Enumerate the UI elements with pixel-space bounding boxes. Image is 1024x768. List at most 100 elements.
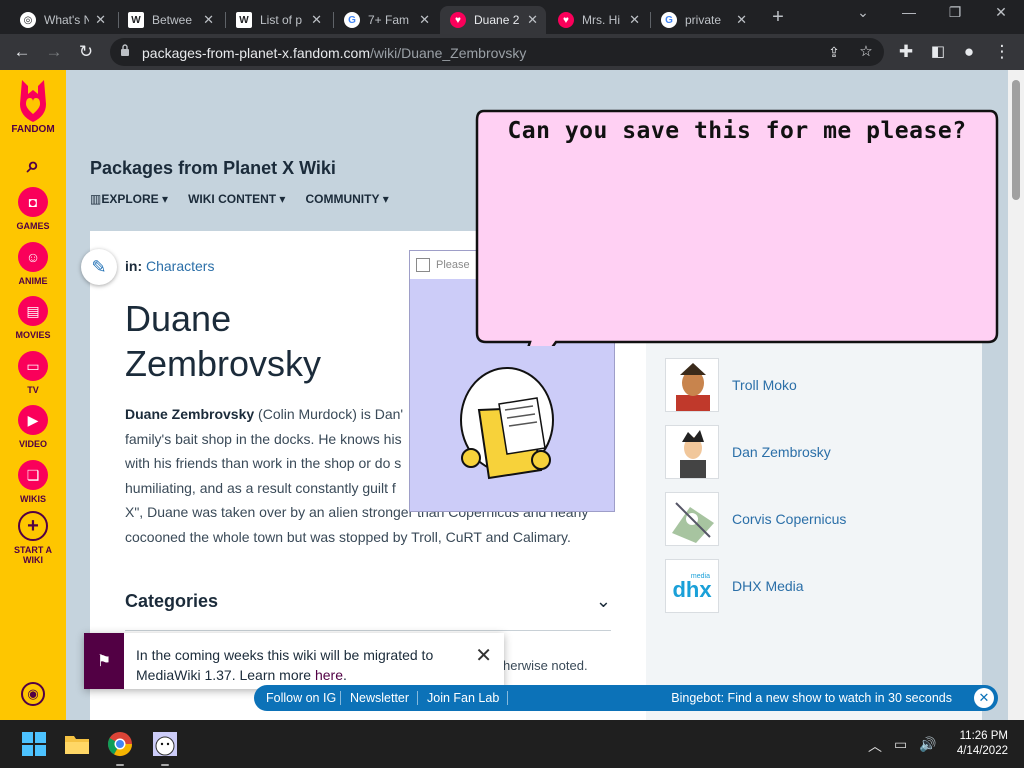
nav-explore[interactable]: ▥ EXPLORE ▾ xyxy=(90,192,168,206)
close-tab-icon[interactable]: ✕ xyxy=(311,12,322,28)
related-item[interactable]: Troll Moko xyxy=(665,358,797,412)
newsletter-link[interactable]: Newsletter xyxy=(350,691,409,705)
dhx-logo-text: dhx xyxy=(672,576,712,602)
body-line: cocooned the whole town but was stopped … xyxy=(125,528,571,545)
lead-bold: Duane Zembrovsky xyxy=(125,406,255,422)
minimize-button[interactable]: — xyxy=(886,4,932,20)
categories-section[interactable]: Categories ⌄ xyxy=(125,591,611,631)
wiki-name[interactable]: Packages from Planet X Wiki xyxy=(90,158,336,179)
close-tab-icon[interactable]: ✕ xyxy=(736,12,747,28)
follow-ig-link[interactable]: Follow on IG xyxy=(266,691,336,705)
fandom-heart-icon xyxy=(20,80,46,122)
nav-label: COMMUNITY xyxy=(305,192,380,206)
windows-start-icon[interactable] xyxy=(20,730,48,758)
nav-community[interactable]: COMMUNITY ▾ xyxy=(305,192,388,206)
tab-title: What's N xyxy=(44,13,90,27)
close-bar-icon[interactable]: ✕ xyxy=(974,688,994,708)
rail-item-video[interactable]: ▶ VIDEO xyxy=(0,405,66,449)
network-icon[interactable]: ▭ xyxy=(894,736,907,753)
related-name: Troll Moko xyxy=(732,377,797,393)
extensions-icon[interactable]: ✚ xyxy=(894,40,918,64)
close-tab-icon[interactable]: ✕ xyxy=(419,12,430,28)
divider xyxy=(340,691,341,705)
flag-icon: ⚑ xyxy=(84,633,124,689)
tab-5[interactable]: ♥ Mrs. Hi ✕ xyxy=(548,6,648,34)
forward-button[interactable]: → xyxy=(42,40,66,64)
join-fan-lab-link[interactable]: Join Fan Lab xyxy=(427,691,499,705)
notice-suffix: . xyxy=(343,667,347,683)
nav-label: WIKI CONTENT xyxy=(188,192,277,206)
rail-item-anime[interactable]: ☺ ANIME xyxy=(0,242,66,286)
notice-line-2: MediaWiki 1.37. Learn more xyxy=(136,667,315,683)
share-icon[interactable]: ⇪ xyxy=(822,40,846,64)
start-a-wiki-button[interactable]: + START A WIKI xyxy=(0,511,66,565)
fandom-logo[interactable]: FANDOM xyxy=(0,78,66,135)
user-account-icon[interactable]: ◉ xyxy=(0,682,66,710)
scrollbar-thumb[interactable] xyxy=(1012,80,1020,200)
profile-icon[interactable]: ● xyxy=(957,40,981,64)
rail-item-tv[interactable]: ▭ TV xyxy=(0,351,66,395)
category-link[interactable]: Characters xyxy=(146,258,214,274)
rail-item-movies[interactable]: ▤ MOVIES xyxy=(0,296,66,340)
chevron-up-icon[interactable]: ︿ xyxy=(868,736,882,756)
bookmark-star-icon[interactable]: ☆ xyxy=(854,40,878,64)
learn-more-link[interactable]: here xyxy=(315,667,343,683)
address-bar[interactable]: packages-from-planet-x.fandom.com/wiki/D… xyxy=(110,38,884,66)
url-domain: packages-from-planet-x.fandom.com xyxy=(142,45,370,61)
menu-icon[interactable]: ⋮ xyxy=(990,40,1014,64)
new-tab-button[interactable]: + xyxy=(766,6,790,30)
chrome-icon[interactable] xyxy=(106,730,134,758)
close-tab-icon[interactable]: ✕ xyxy=(95,12,106,28)
rail-item-games[interactable]: ◘ GAMES xyxy=(0,187,66,231)
fandom-rail: FANDOM ⌕ ◘ GAMES ☺ ANIME ▤ MOVIES ▭ TV ▶… xyxy=(0,70,66,720)
tab-0[interactable]: ◎ What's N ✕ xyxy=(10,6,114,34)
file-explorer-icon[interactable] xyxy=(63,730,91,758)
gamepad-icon: ◘ xyxy=(18,187,48,217)
system-clock[interactable]: 11:26 PM 4/14/2022 xyxy=(946,729,1008,759)
close-tab-icon[interactable]: ✕ xyxy=(527,12,538,28)
search-icon[interactable]: ⌕ xyxy=(0,152,66,178)
start-wiki-label-1: START A xyxy=(14,545,52,555)
related-item[interactable]: Dan Zembrosky xyxy=(665,425,831,479)
side-panel-icon[interactable]: ◧ xyxy=(926,40,950,64)
close-window-button[interactable]: ✕ xyxy=(978,4,1024,21)
close-tab-icon[interactable]: ✕ xyxy=(203,12,214,28)
lock-icon xyxy=(121,44,129,56)
user-icon: ◉ xyxy=(21,682,45,706)
tab-search-icon[interactable]: ⌄ xyxy=(840,4,886,21)
chevron-down-icon[interactable]: ⌄ xyxy=(596,591,611,612)
tab-title: private xyxy=(685,13,722,27)
rail-item-wikis[interactable]: ❏ WIKIS xyxy=(0,460,66,504)
title-line-1: Duane xyxy=(125,298,232,339)
edit-pencil-icon[interactable]: ✎ xyxy=(81,249,117,285)
close-notice-icon[interactable]: ✕ xyxy=(475,643,492,668)
tab-2[interactable]: W List of p ✕ xyxy=(226,6,330,34)
browser-toolbar: ← → ↻ packages-from-planet-x.fandom.com/… xyxy=(0,34,1024,70)
tab-1[interactable]: W Betwee ✕ xyxy=(118,6,222,34)
restore-button[interactable]: ❐ xyxy=(932,4,978,21)
bingebot-link[interactable]: Bingebot: Find a new show to watch in 30… xyxy=(671,691,952,705)
wikipedia-icon: W xyxy=(236,12,252,28)
speech-bubble-text: Can you save this for me please? xyxy=(507,118,967,144)
windows-taskbar: ︿ ▭ 🔊 11:26 PM 4/14/2022 xyxy=(0,720,1024,768)
shimeji-app-icon[interactable] xyxy=(151,730,179,758)
related-item[interactable]: Corvis Copernicus xyxy=(665,492,846,546)
tab-6[interactable]: G private ✕ xyxy=(651,6,755,34)
volume-icon[interactable]: 🔊 xyxy=(919,736,936,753)
tab-title: Duane 2 xyxy=(474,13,520,27)
reload-button[interactable]: ↻ xyxy=(74,40,98,64)
page-scrollbar[interactable] xyxy=(1008,70,1024,720)
tab-3[interactable]: G 7+ Fam ✕ xyxy=(334,6,438,34)
back-button[interactable]: ← xyxy=(10,40,34,64)
explore-icon: ▥ xyxy=(90,192,102,206)
nav-wiki-content[interactable]: WIKI CONTENT ▾ xyxy=(188,192,285,206)
related-item[interactable]: media dhx DHX Media xyxy=(665,559,804,613)
tab-4-active[interactable]: ♥ Duane 2 ✕ xyxy=(440,6,546,34)
divider xyxy=(417,691,418,705)
body-line: (Colin Murdock) is Dan' xyxy=(254,406,404,422)
corvis-copernicus-thumbnail xyxy=(665,492,719,546)
rail-item-label: WIKIS xyxy=(20,494,46,504)
troll-moko-thumbnail xyxy=(665,358,719,412)
close-tab-icon[interactable]: ✕ xyxy=(629,12,640,28)
popup-app-icon xyxy=(416,258,430,272)
